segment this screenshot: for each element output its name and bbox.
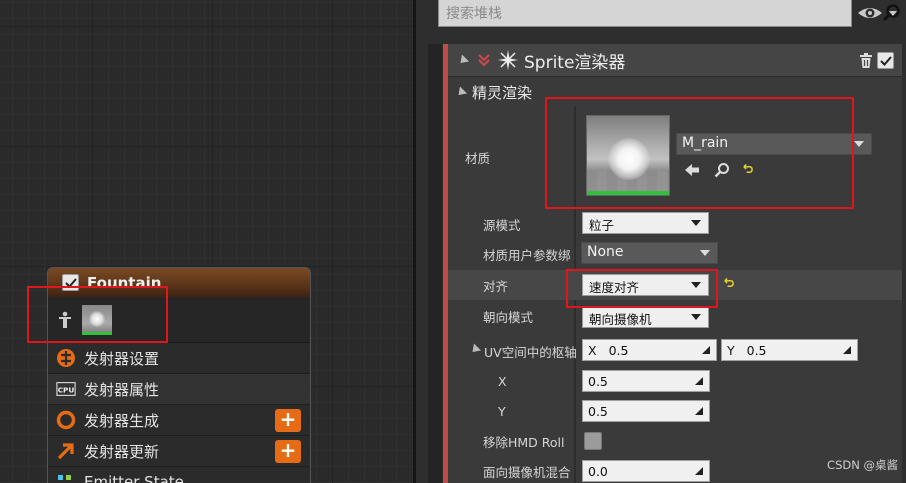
add-spawn-module-button[interactable]: + <box>275 409 301 432</box>
watermark-text: CSDN @桌酱 <box>827 458 898 472</box>
check-icon <box>879 55 892 66</box>
material-user-param-dropdown[interactable]: None <box>581 242 718 264</box>
facing-mode-dropdown[interactable]: 朝向摄像机 <box>582 306 709 328</box>
property-label: UV空间中的枢轴 <box>484 344 576 360</box>
dropdown-arrow-icon <box>691 220 701 226</box>
property-label: 源模式 <box>483 217 521 233</box>
camera-blend-field[interactable]: 0.0 <box>582 460 710 482</box>
property-label: 对齐 <box>483 278 509 294</box>
property-label: X <box>498 373 507 389</box>
property-label: 面向摄像机混合 <box>483 464 571 480</box>
uv-pivot-y-field[interactable]: Y 0.5 <box>721 339 858 361</box>
category-title: 精灵渲染 <box>472 83 533 102</box>
highlight-box-node-renderer <box>27 286 168 343</box>
pivot-x-field[interactable]: 0.5 <box>582 370 710 392</box>
dropdown-arrow-icon <box>691 314 701 320</box>
property-row-remove-hmd-roll: 移除HMD Roll <box>448 426 902 456</box>
svg-text:CPU: CPU <box>58 386 75 395</box>
collapse-triangle-icon[interactable] <box>456 53 470 67</box>
renderer-enable-checkbox[interactable] <box>877 52 894 69</box>
add-update-module-button[interactable]: + <box>275 440 301 463</box>
selection-details-panel: 搜索堆栈 Sprite渲染器 精灵渲染 材质 M_rain 源模式 粒子 材质用… <box>416 0 906 483</box>
cpu-icon: CPU <box>56 379 76 399</box>
node-row-label: Emitter State <box>84 473 184 483</box>
collapse-triangle-icon[interactable] <box>454 85 468 99</box>
drag-handle-icon[interactable] <box>701 345 711 355</box>
remove-hmd-roll-checkbox[interactable] <box>584 432 602 450</box>
node-row-label: 发射器生成 <box>84 411 160 430</box>
sparkle-icon <box>498 50 518 70</box>
property-label: 材质 <box>465 151 491 166</box>
collapse-triangle-icon[interactable] <box>468 343 482 356</box>
dropdown-arrow-icon <box>854 141 864 147</box>
reset-to-default-icon[interactable] <box>723 278 734 289</box>
search-stack-input[interactable]: 搜索堆栈 <box>438 0 852 27</box>
emitter-spawn-icon <box>56 410 76 430</box>
node-row-emitter-state[interactable]: Emitter State <box>48 467 310 483</box>
emitter-settings-icon <box>56 348 76 368</box>
dropdown-arrow-icon <box>700 250 710 256</box>
uv-pivot-x-field[interactable]: X 0.5 <box>582 339 717 361</box>
sprite-renderer-title: Sprite渲染器 <box>524 52 626 73</box>
sprite-renderer-header[interactable]: Sprite渲染器 <box>448 44 902 77</box>
property-label: 移除HMD Roll <box>483 434 565 450</box>
drag-handle-icon[interactable] <box>694 466 704 476</box>
drag-handle-icon[interactable] <box>694 406 704 416</box>
eye-visibility-icon[interactable] <box>856 2 902 24</box>
node-row-label: 发射器更新 <box>84 442 160 461</box>
property-label: Y <box>498 403 506 419</box>
node-row-emitter-update[interactable]: 发射器更新 + <box>48 436 310 467</box>
chevron-down-icon[interactable] <box>476 52 492 68</box>
panel-left-strip <box>428 44 442 483</box>
node-row-label: 发射器设置 <box>84 349 160 368</box>
node-row-emitter-settings[interactable]: 发射器设置 <box>48 343 310 374</box>
highlight-box-material <box>545 97 854 209</box>
property-label: 材质用户参数绑 <box>483 247 571 263</box>
property-label: 朝向模式 <box>483 309 534 325</box>
node-row-emitter-properties[interactable]: CPU 发射器属性 <box>48 374 310 405</box>
node-row-emitter-spawn[interactable]: 发射器生成 + <box>48 405 310 436</box>
state-icon <box>56 472 76 483</box>
emitter-update-icon <box>56 441 76 461</box>
drag-handle-icon[interactable] <box>842 345 852 355</box>
source-mode-dropdown[interactable]: 粒子 <box>582 212 709 234</box>
pivot-y-field[interactable]: 0.5 <box>582 400 710 422</box>
drag-handle-icon[interactable] <box>694 376 704 386</box>
node-row-label: 发射器属性 <box>84 380 160 399</box>
highlight-box-alignment <box>566 269 718 308</box>
trash-icon[interactable] <box>858 52 874 69</box>
